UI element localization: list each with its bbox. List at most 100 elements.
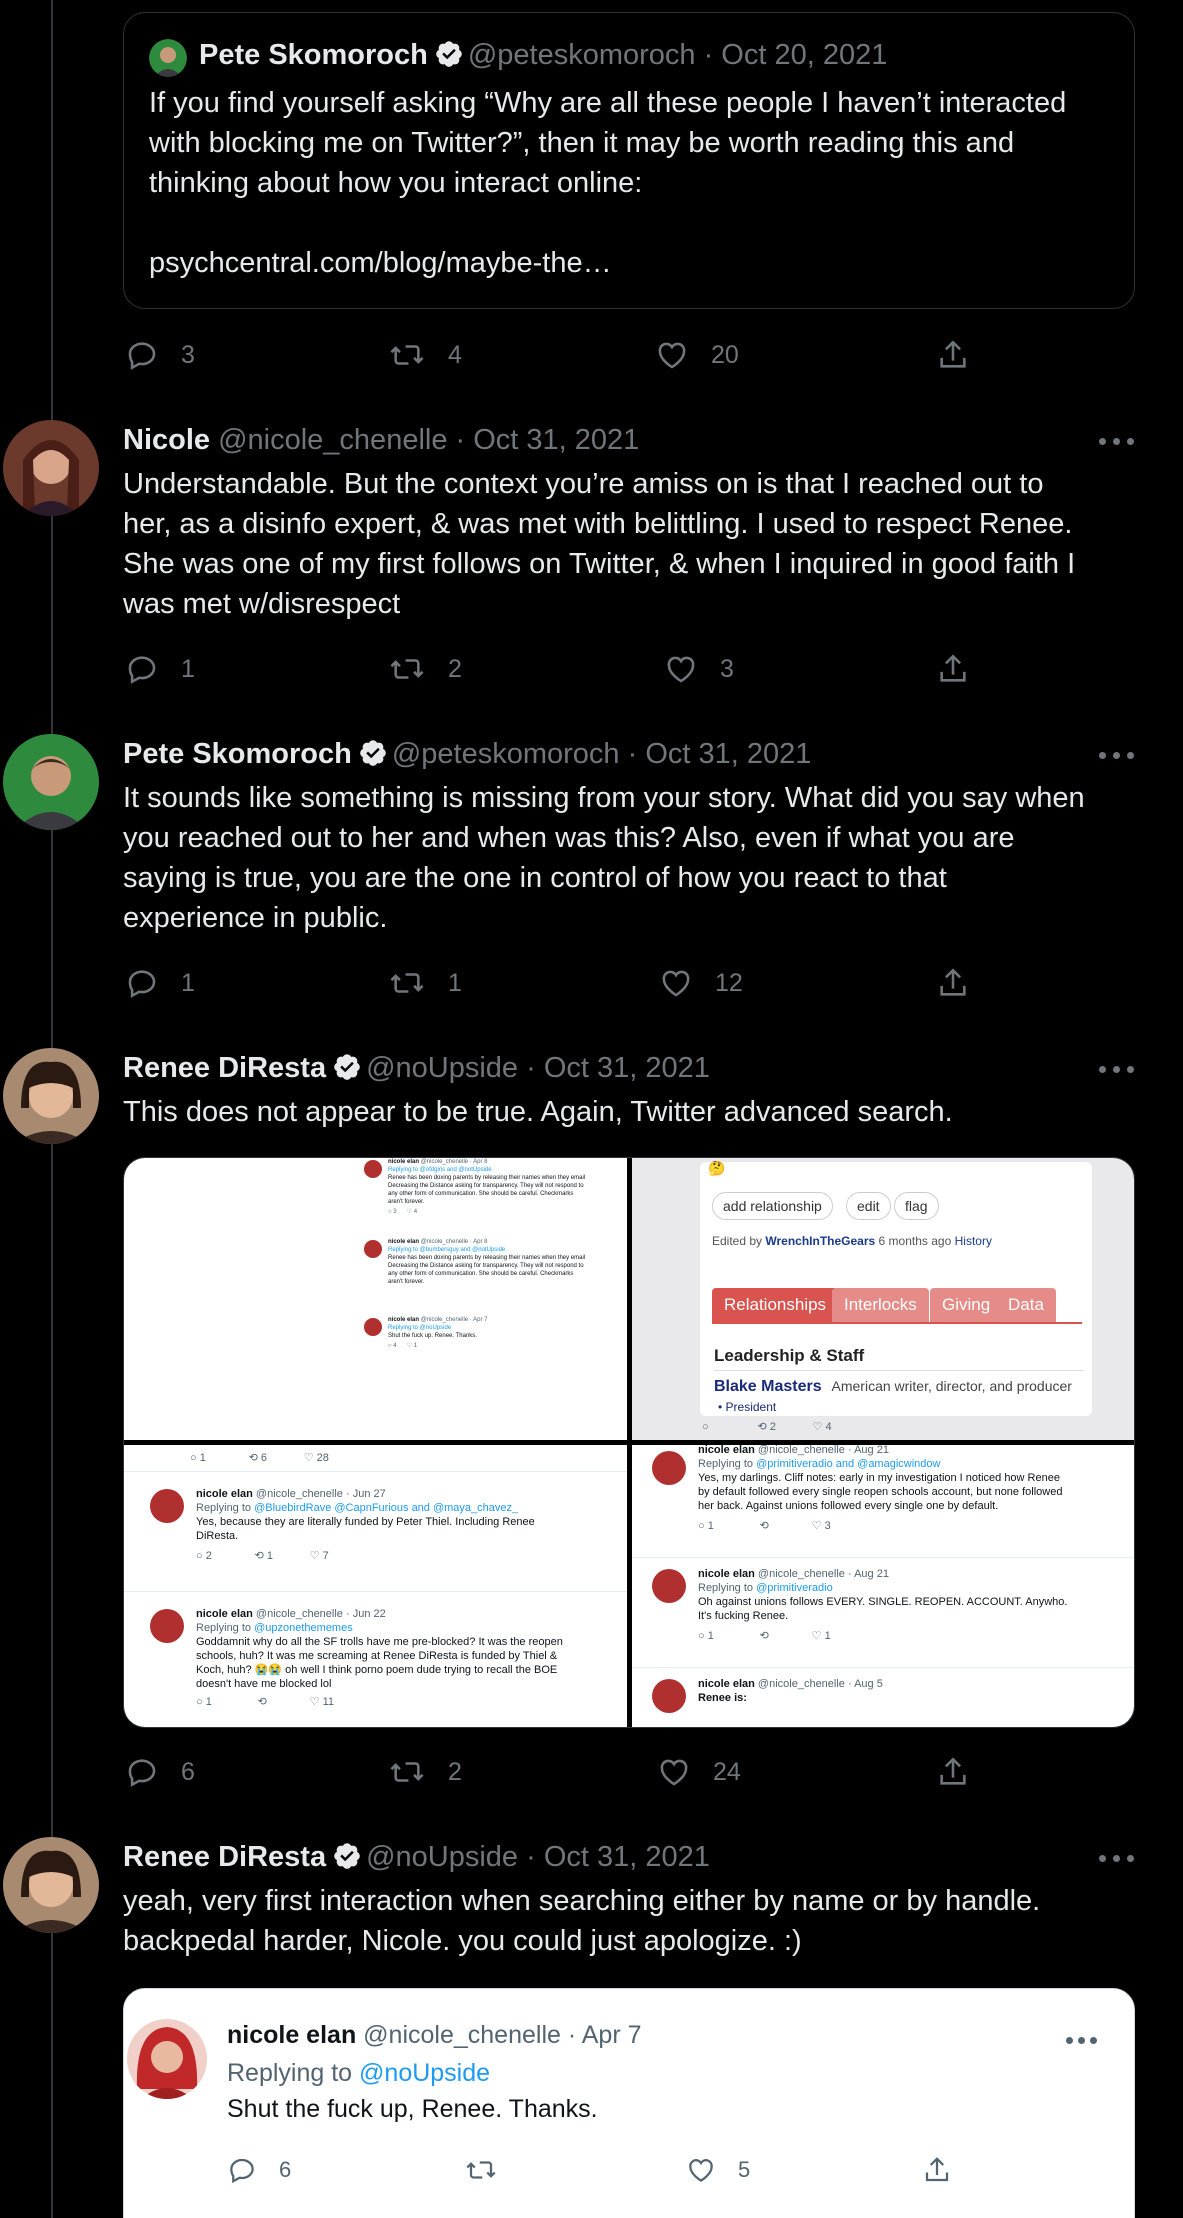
reply-count: 1 (181, 654, 195, 683)
verified-icon (434, 39, 464, 78)
reply-icon (128, 656, 156, 684)
like-count: 24 (713, 1757, 741, 1786)
like-count: 3 (720, 654, 734, 683)
emoji: 🤔 (708, 1160, 726, 1176)
more-icon[interactable] (1099, 1853, 1135, 1863)
retweet-button[interactable]: 2 (388, 1755, 462, 1789)
like-button[interactable]: 12 (659, 966, 743, 1000)
edit-button[interactable]: edit (846, 1192, 891, 1220)
flag-button[interactable]: flag (894, 1192, 939, 1220)
person-link[interactable]: Blake Masters (714, 1378, 822, 1395)
embedded-retweet-button[interactable] (464, 2155, 498, 2190)
author-name[interactable]: Pete Skomoroch (123, 738, 352, 770)
avatar (149, 39, 187, 77)
grid-divider (124, 1440, 1134, 1445)
reply-button[interactable]: 3 (125, 338, 195, 372)
more-icon[interactable] (1099, 1064, 1135, 1074)
tab-relationships[interactable]: Relationships (712, 1288, 839, 1322)
verified-icon (358, 738, 388, 777)
author-handle[interactable]: @peteskomoroch (392, 738, 620, 770)
tweet-date[interactable]: · Oct 31, 2021 (526, 1841, 710, 1873)
embedded-reply-button[interactable]: 6 (227, 2155, 291, 2185)
tweet-date[interactable]: · Oct 31, 2021 (456, 424, 640, 456)
add-relationship-button[interactable]: add relationship (712, 1192, 833, 1220)
avatar (652, 1679, 686, 1713)
like-button[interactable]: 3 (664, 652, 734, 686)
editor-link[interactable]: WrenchInTheGears (765, 1234, 875, 1248)
avatar[interactable] (3, 420, 99, 516)
author-name[interactable]: Pete Skomoroch (199, 39, 428, 71)
like-count: 20 (711, 340, 739, 369)
retweet-count: 2 (448, 654, 462, 683)
verified-icon (332, 1052, 362, 1091)
more-icon[interactable] (1099, 436, 1135, 446)
tweet-text: This does not appear to be true. Again, … (123, 1096, 953, 1128)
share-button[interactable] (936, 966, 992, 1000)
author-handle[interactable]: @noUpside (366, 1052, 518, 1084)
media-image-4[interactable]: nicole elan @nicole_chenelle · Aug 21 Re… (632, 1445, 1134, 1727)
avatar[interactable] (3, 1048, 99, 1144)
author-handle[interactable]: @peteskomoroch (468, 39, 696, 71)
share-button[interactable] (936, 338, 992, 372)
avatar (150, 1609, 184, 1643)
like-count: 12 (715, 968, 743, 997)
embedded-author-name[interactable]: nicole elan (227, 2021, 356, 2049)
section-heading: Leadership & Staff (714, 1346, 865, 1365)
reply-button[interactable]: 1 (125, 652, 195, 686)
author-name[interactable]: Renee DiResta (123, 1052, 326, 1084)
author-handle[interactable]: @noUpside (366, 1841, 518, 1873)
media-image-3[interactable]: ○ 1 ⟲ 6 ♡ 28 nicole elan @nicole_chenell… (124, 1445, 627, 1727)
embedded-like-button[interactable]: 5 (686, 2155, 750, 2185)
like-icon (662, 970, 690, 997)
reply-button[interactable]: 1 (125, 966, 195, 1000)
embedded-author-handle[interactable]: @nicole_chenelle (363, 2021, 561, 2049)
tab-interlocks[interactable]: Interlocks (832, 1288, 929, 1322)
quoted-tweet-card[interactable]: Pete Skomoroch @peteskomoroch · Oct 20, 20… (123, 12, 1135, 309)
share-button[interactable] (936, 652, 992, 686)
avatar[interactable] (3, 734, 99, 830)
like-button[interactable]: 24 (657, 1755, 741, 1789)
reply-count: 6 (181, 1757, 195, 1786)
tab-data[interactable]: Data (996, 1288, 1056, 1322)
reply-icon (128, 1759, 156, 1787)
tab-underline (712, 1322, 1082, 1324)
tweet-date[interactable]: · Oct 20, 2021 (704, 39, 888, 71)
like-icon (658, 342, 686, 369)
share-icon (940, 654, 966, 682)
tweet-link[interactable]: psychcentral.com/blog/maybe-the… (149, 243, 1119, 283)
retweet-count: 1 (448, 968, 462, 997)
embedded-share-button[interactable] (922, 2155, 952, 2190)
retweet-button[interactable]: 4 (388, 338, 462, 372)
share-icon (940, 968, 966, 996)
reply-icon (230, 2158, 254, 2184)
tweet-date[interactable]: · Oct 31, 2021 (628, 738, 812, 770)
tab-giving[interactable]: Giving (930, 1288, 1003, 1322)
retweet-icon (390, 1762, 424, 1782)
reply-icon (128, 342, 156, 370)
media-image-2[interactable]: 🤔 add relationship edit flag Edited by W… (632, 1158, 1134, 1440)
replying-to-link[interactable]: @noUpside (359, 2059, 490, 2087)
share-icon (940, 340, 966, 368)
reply-button[interactable]: 6 (125, 1755, 195, 1789)
author-handle[interactable]: @nicole_chenelle (218, 424, 447, 456)
media-image-1[interactable]: nicole elan @nicole_chenelle · Apr 8 Rep… (124, 1158, 627, 1440)
more-icon[interactable] (1099, 750, 1135, 760)
embedded-tweet-date[interactable]: · Apr 7 (568, 2021, 642, 2049)
retweet-button[interactable]: 1 (388, 966, 462, 1000)
like-button[interactable]: 20 (655, 338, 739, 372)
tweet-text: yeah, very first interaction when search… (123, 1885, 1041, 1957)
author-name[interactable]: Nicole (123, 424, 210, 456)
share-button[interactable] (936, 1755, 992, 1789)
tweet-date[interactable]: · Oct 31, 2021 (526, 1052, 710, 1084)
more-icon[interactable] (1066, 2035, 1102, 2045)
embedded-tweet-card[interactable]: nicole elan @nicole_chenelle · Apr 7 Rep… (123, 1988, 1135, 2218)
retweet-icon (390, 973, 424, 993)
history-link[interactable]: History (955, 1234, 992, 1248)
like-icon (667, 656, 695, 683)
author-name[interactable]: Renee DiResta (123, 1841, 326, 1873)
like-icon (689, 2159, 713, 2182)
retweet-icon (466, 2161, 496, 2179)
retweet-button[interactable]: 2 (388, 652, 462, 686)
avatar[interactable] (3, 1837, 99, 1933)
media-grid: nicole elan @nicole_chenelle · Apr 8 Rep… (123, 1157, 1135, 1728)
